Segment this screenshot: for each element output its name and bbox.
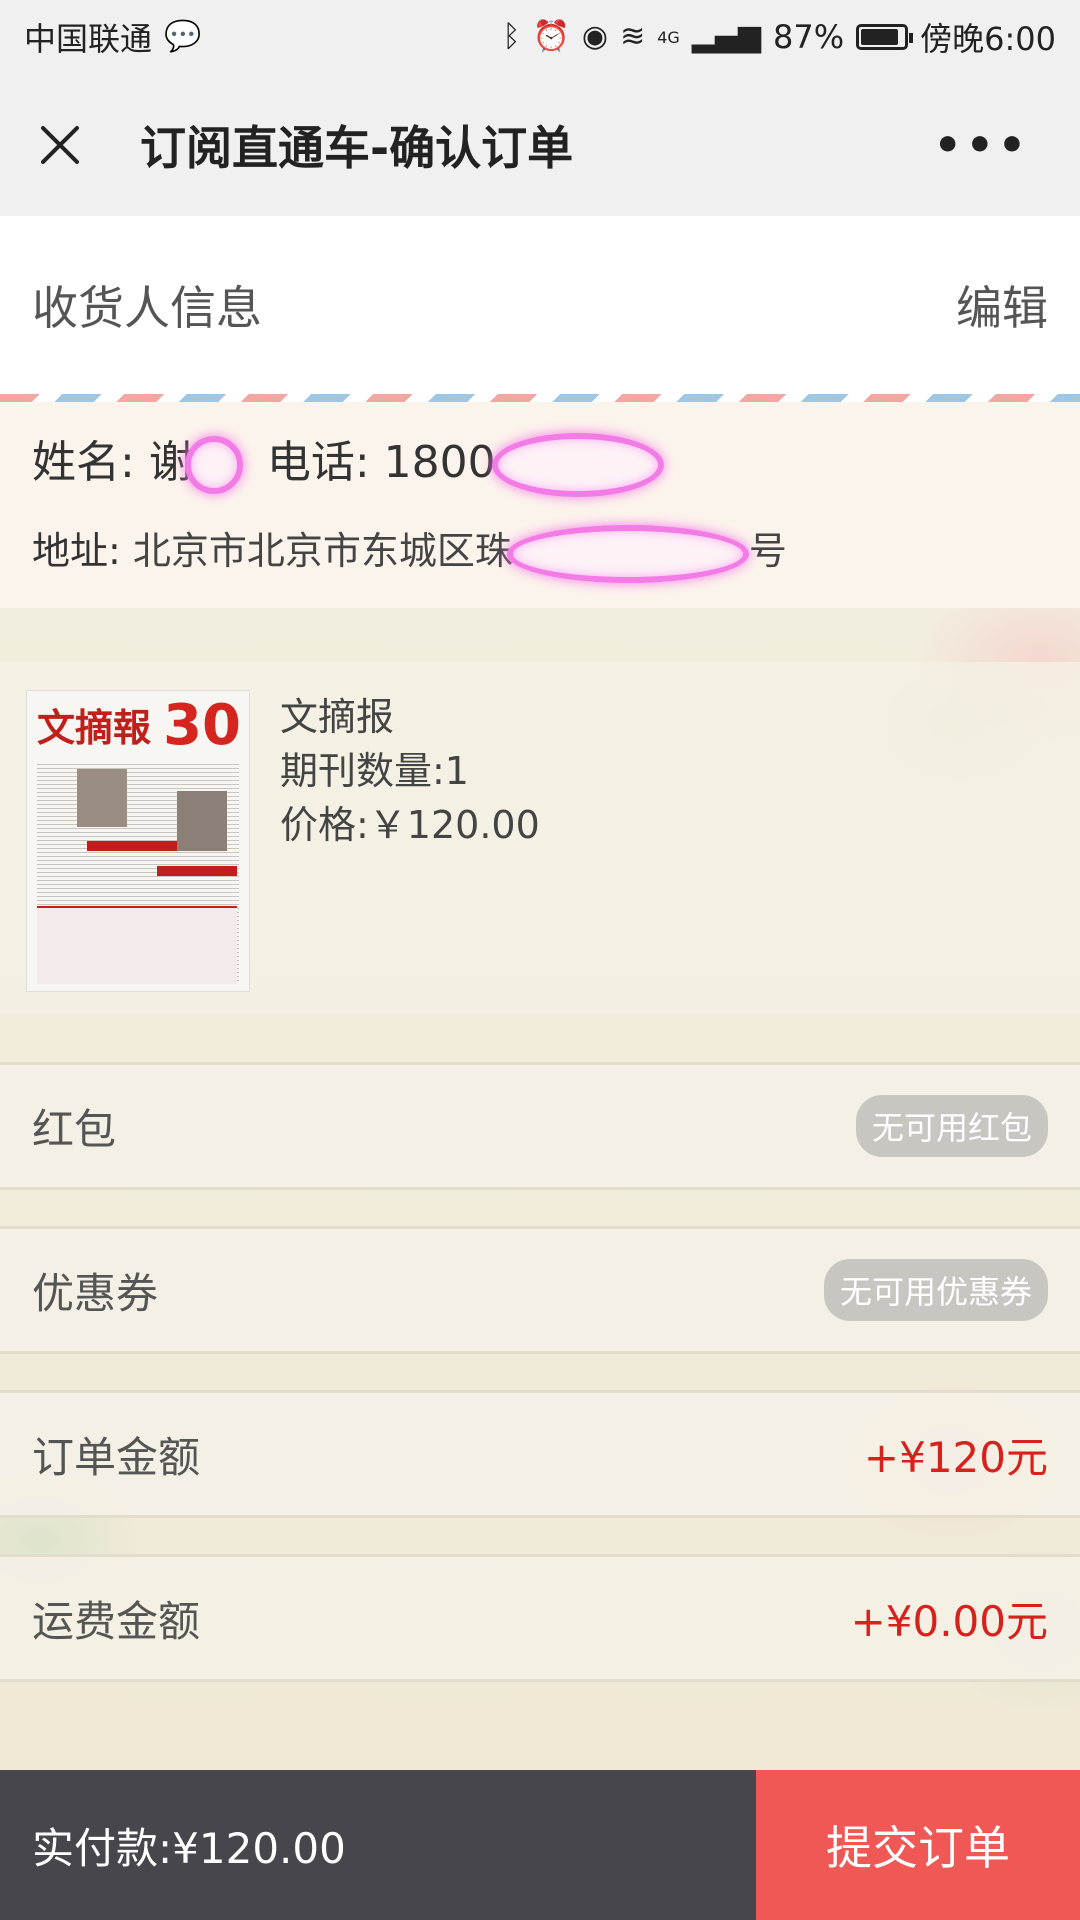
status-bar: 中国联通 💬 ᛒ ⏰ ◉ ≋ 4G ▂▄▆ 87% 傍晚6:00: [0, 0, 1080, 74]
close-icon[interactable]: [30, 115, 90, 175]
signal-icon: ▂▄▆: [691, 19, 761, 54]
battery-percent: 87%: [773, 18, 845, 56]
receiver-header: 收货人信息 编辑: [0, 216, 1080, 394]
phone-value: 1800: [383, 437, 496, 488]
network-type: 4G: [657, 27, 680, 47]
wifi-icon: ≋: [620, 19, 646, 54]
shipping-amount-value: +¥0.00元: [850, 1596, 1048, 1646]
total-payment: 实付款:¥120.00: [0, 1770, 756, 1920]
address-card[interactable]: 姓名: 谢 电话: 1800 地址: 北京市北京市东城区珠 号: [0, 402, 1080, 608]
redaction-scribble: [506, 524, 749, 583]
red-packet-label: 红包: [32, 1104, 117, 1154]
product-name: 文摘报: [280, 695, 395, 739]
product-quantity: 期刊数量:1: [280, 749, 469, 793]
shipping-amount-row: 运费金额 +¥0.00元: [0, 1554, 1080, 1682]
chat-bubble-icon: 💬: [164, 19, 202, 54]
newspaper-calligraphy-box: [37, 906, 237, 984]
status-left: 中国联通 💬: [24, 14, 201, 60]
eye-icon: ◉: [581, 19, 609, 54]
battery-icon: [856, 24, 914, 50]
red-packet-row[interactable]: 红包 无可用红包: [0, 1062, 1080, 1190]
newspaper-photo: [177, 791, 227, 851]
newspaper-photo: [77, 769, 127, 827]
phone-label: 电话:: [266, 437, 370, 488]
page-title: 订阅直通车-确认订单: [140, 121, 574, 175]
newspaper-headline: [157, 866, 237, 876]
carrier-name: 中国联通: [24, 20, 153, 58]
product-item[interactable]: 文摘報 30 文摘报 期刊数量:1 价格:￥120.00: [0, 662, 1080, 1014]
name-phone-line: 姓名: 谢 电话: 1800: [32, 426, 1048, 498]
receiver-section-title: 收货人信息: [32, 281, 262, 335]
alarm-icon: ⏰: [532, 19, 570, 54]
coupon-label: 优惠券: [32, 1268, 159, 1318]
order-amount-label: 订单金额: [32, 1432, 201, 1482]
address-line: 地址: 北京市北京市东城区珠 号: [32, 520, 1048, 583]
address-label: 地址:: [32, 529, 121, 573]
order-amount-value: +¥120元: [863, 1432, 1048, 1482]
bottom-bar: 实付款:¥120.00 提交订单: [0, 1770, 1080, 1920]
newspaper-masthead: 文摘報: [37, 705, 152, 750]
submit-order-button[interactable]: 提交订单: [756, 1770, 1080, 1920]
status-right: ᛒ ⏰ ◉ ≋ 4G ▂▄▆ 87% 傍晚6:00: [503, 14, 1056, 60]
redaction-scribble: [184, 436, 243, 494]
product-price: 价格:￥120.00: [280, 803, 540, 847]
nav-bar: 订阅直通车-确认订单 •••: [0, 74, 1080, 216]
more-options-icon[interactable]: •••: [914, 120, 1050, 171]
clock: 傍晚6:00: [920, 20, 1056, 58]
coupon-row[interactable]: 优惠券 无可用优惠券: [0, 1226, 1080, 1354]
airmail-stripe: [0, 394, 1080, 402]
red-packet-status: 无可用红包: [855, 1095, 1048, 1157]
address-value: 北京市北京市东城区珠: [132, 529, 513, 573]
newspaper-thumbnail: 文摘報 30: [26, 690, 250, 992]
product-info: 文摘报 期刊数量:1 价格:￥120.00: [280, 690, 540, 986]
coupon-status: 无可用优惠券: [823, 1259, 1048, 1321]
order-amount-row: 订单金额 +¥120元: [0, 1390, 1080, 1518]
edit-button[interactable]: 编辑: [956, 272, 1048, 338]
anniversary-badge: 30: [163, 693, 241, 758]
shipping-amount-label: 运费金额: [32, 1596, 201, 1646]
address-suffix: 号: [748, 529, 787, 573]
newspaper-headline: [87, 841, 177, 851]
redaction-scribble: [491, 433, 664, 497]
bluetooth-icon: ᛒ: [502, 19, 521, 54]
name-label: 姓名:: [32, 437, 135, 488]
